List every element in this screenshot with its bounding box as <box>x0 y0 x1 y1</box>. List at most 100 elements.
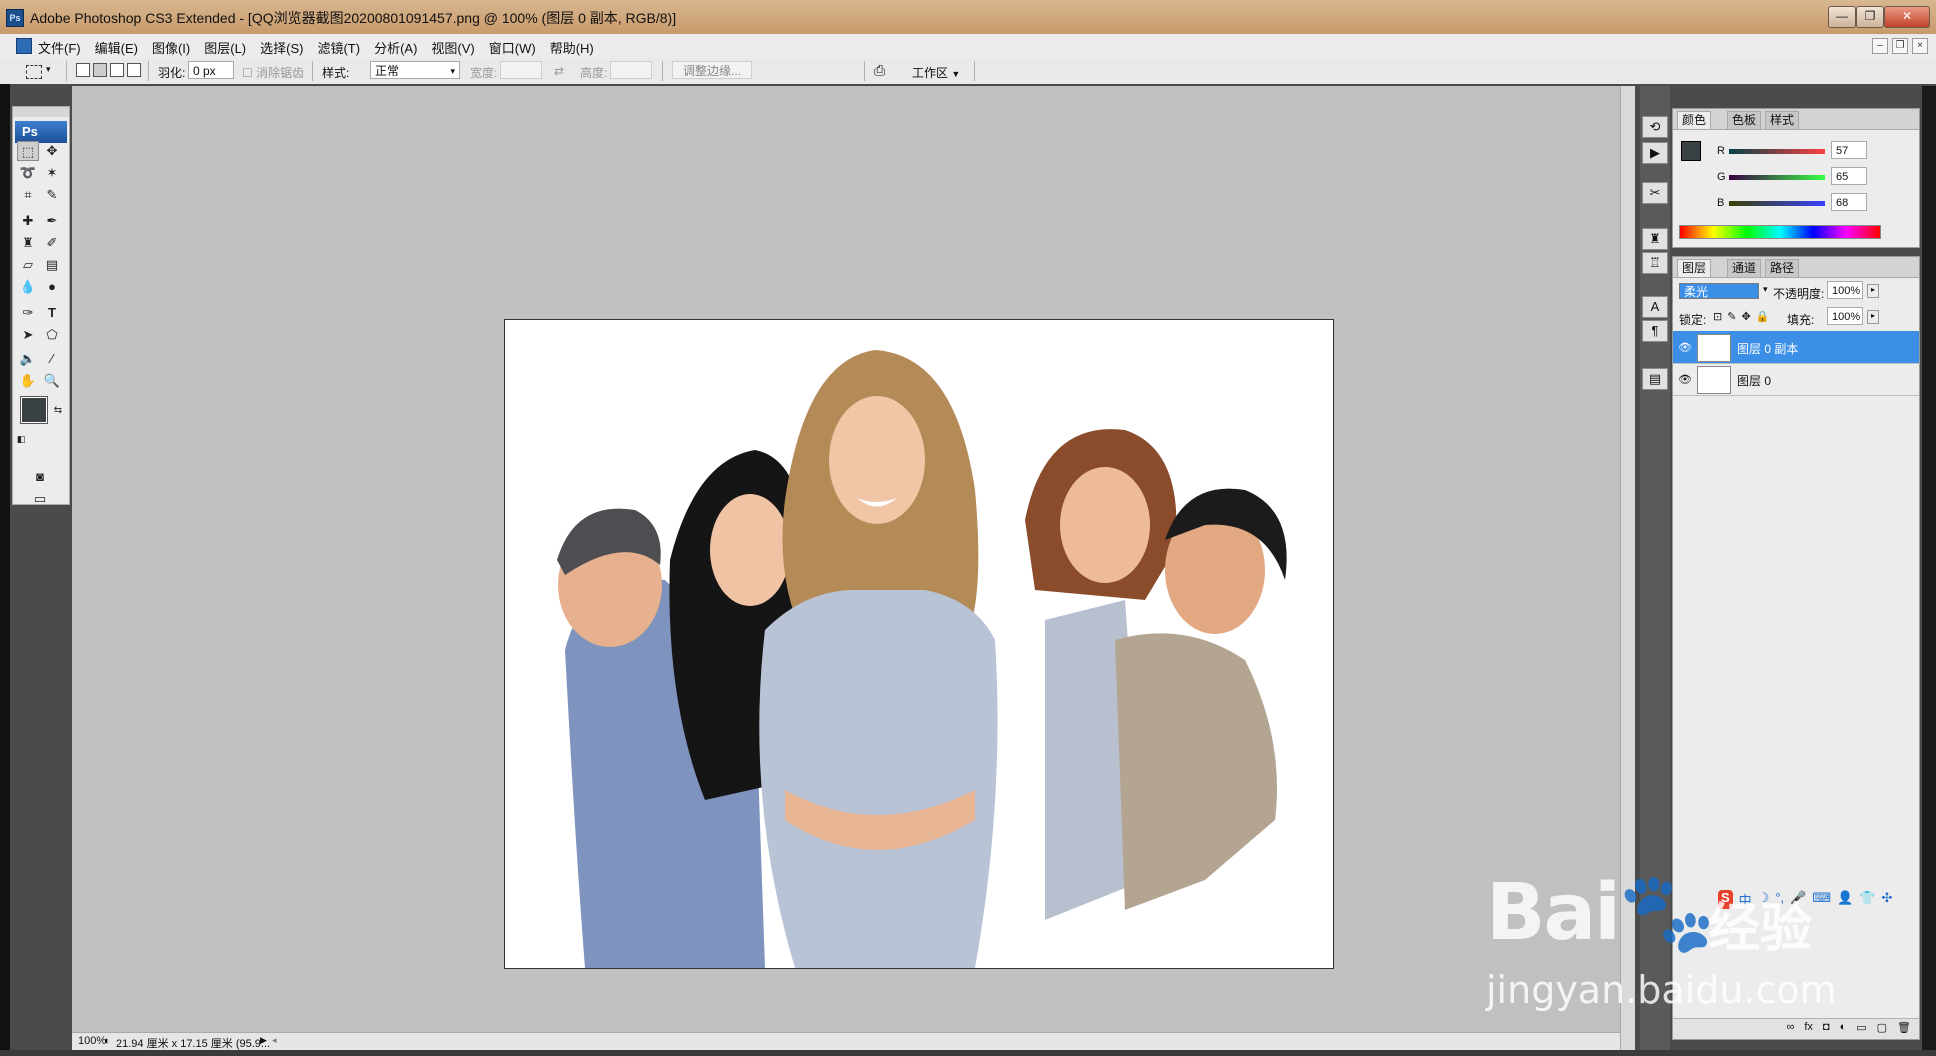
menu-file[interactable]: 文件(F) <box>38 38 81 57</box>
actions-panel-icon[interactable]: ▶ <box>1642 142 1668 164</box>
marquee-tool-preset-icon[interactable] <box>26 65 42 79</box>
minimize-button[interactable]: — <box>1828 6 1856 28</box>
status-menu-arrow-icon[interactable]: ▶ <box>260 1035 267 1046</box>
hand-tool-icon[interactable]: ✋ <box>17 371 39 391</box>
style-select[interactable]: 正常 ▾ <box>370 61 460 79</box>
toolbox-header[interactable] <box>13 107 69 117</box>
slice-tool-icon[interactable]: ✎ <box>41 185 63 205</box>
history-brush-tool-icon[interactable]: ✐ <box>41 233 63 253</box>
swap-dimensions-icon[interactable]: ⇄ <box>554 64 564 78</box>
type-tool-icon[interactable]: T <box>41 303 63 323</box>
doc-minimize-button[interactable]: – <box>1872 38 1888 54</box>
layer-style-icon[interactable]: fx <box>1804 1021 1813 1034</box>
clone-source-panel-icon[interactable]: ♖ <box>1642 252 1668 274</box>
doc-restore-button[interactable]: ❐ <box>1892 38 1908 54</box>
bridge-icon[interactable]: ⎙ <box>874 62 885 79</box>
gradient-tool-icon[interactable]: ▤ <box>41 255 63 275</box>
menu-image[interactable]: 图像(I) <box>152 38 190 57</box>
antialias-checkbox[interactable]: ☐ 消除锯齿 <box>242 64 304 81</box>
eyedropper-tool-icon[interactable]: ⁄ <box>41 349 63 369</box>
brush-tool-icon[interactable]: ✒ <box>41 211 63 231</box>
fill-input[interactable]: 100% <box>1827 307 1863 325</box>
screen-mode-icon[interactable]: ▭ <box>29 489 51 509</box>
link-layers-icon[interactable]: ∞ <box>1787 1021 1795 1034</box>
intersect-selection-icon[interactable] <box>127 63 141 77</box>
adjustment-layer-icon[interactable]: ◐ <box>1840 1021 1847 1034</box>
menu-view[interactable]: 视图(V) <box>431 38 474 57</box>
new-layer-icon[interactable]: ▢ <box>1877 1021 1887 1034</box>
eye-icon[interactable]: 👁 <box>1678 373 1692 386</box>
lock-pixels-icon[interactable]: ✎ <box>1727 310 1736 323</box>
tab-paths[interactable]: 路径 <box>1765 259 1800 277</box>
ime-keyboard-icon[interactable]: ⌨ <box>1812 890 1831 909</box>
status-nav-icon[interactable]: ◐ <box>104 1035 111 1047</box>
add-selection-icon[interactable] <box>93 63 107 77</box>
healing-brush-tool-icon[interactable]: ✚ <box>17 211 39 231</box>
feather-input[interactable]: 0 px <box>188 61 234 79</box>
fill-slider-arrow-icon[interactable]: ▸ <box>1867 310 1879 324</box>
paragraph-panel-icon[interactable]: ¶ <box>1642 320 1668 342</box>
maximize-button[interactable]: ❐ <box>1856 6 1884 28</box>
refine-edge-button[interactable]: 调整边缘... <box>672 61 752 79</box>
swap-colors-icon[interactable]: ⇆ <box>47 401 69 421</box>
lock-transparency-icon[interactable]: ⊡ <box>1713 310 1722 323</box>
color-spectrum-ramp[interactable] <box>1679 225 1881 239</box>
close-button[interactable]: ✕ <box>1884 6 1930 28</box>
blur-tool-icon[interactable]: 💧 <box>17 277 39 297</box>
menu-analysis[interactable]: 分析(A) <box>374 38 417 57</box>
magic-wand-tool-icon[interactable]: ✶ <box>41 163 63 183</box>
ime-tools-icon[interactable]: ✣ <box>1881 890 1892 909</box>
lock-all-icon[interactable]: 🔒 <box>1756 310 1770 323</box>
preset-dropdown-icon[interactable]: ▾ <box>46 64 51 75</box>
lasso-tool-icon[interactable]: ➰ <box>17 163 39 183</box>
hscroll-left-icon[interactable]: ◂ <box>272 1035 277 1046</box>
ime-shirt-icon[interactable]: 👕 <box>1859 890 1875 909</box>
doc-close-button[interactable]: × <box>1912 38 1928 54</box>
b-slider[interactable] <box>1729 201 1825 206</box>
new-selection-icon[interactable] <box>76 63 90 77</box>
dodge-tool-icon[interactable]: ● <box>41 277 63 297</box>
color-fg-swatch[interactable] <box>1681 141 1701 161</box>
menu-layer[interactable]: 图层(L) <box>204 38 246 57</box>
r-value-input[interactable]: 57 <box>1831 141 1867 159</box>
character-panel-icon[interactable]: A <box>1642 296 1668 318</box>
tab-layers[interactable]: 图层 <box>1677 259 1712 277</box>
pen-tool-icon[interactable]: ✑ <box>17 303 39 323</box>
tab-styles[interactable]: 样式 <box>1765 111 1800 129</box>
chevron-down-icon[interactable]: ▾ <box>1763 284 1768 295</box>
shape-tool-icon[interactable]: ⬠ <box>41 325 63 345</box>
menu-help[interactable]: 帮助(H) <box>550 38 594 57</box>
tab-channels[interactable]: 通道 <box>1727 259 1762 277</box>
tab-swatches[interactable]: 色板 <box>1727 111 1762 129</box>
menu-filter[interactable]: 滤镜(T) <box>317 38 360 57</box>
blend-mode-select[interactable]: 柔光 <box>1679 283 1759 299</box>
menu-window[interactable]: 窗口(W) <box>489 38 536 57</box>
zoom-tool-icon[interactable]: 🔍 <box>41 371 63 391</box>
quick-mask-icon[interactable]: ◙ <box>29 467 51 487</box>
eraser-tool-icon[interactable]: ▱ <box>17 255 39 275</box>
rect-marquee-tool-icon[interactable]: ⬚ <box>17 141 39 161</box>
foreground-color-swatch[interactable] <box>20 396 48 424</box>
b-value-input[interactable]: 68 <box>1831 193 1867 211</box>
width-input[interactable] <box>500 61 542 79</box>
clone-stamp-tool-icon[interactable]: ♜ <box>17 233 39 253</box>
notes-tool-icon[interactable]: 🔈 <box>17 349 39 369</box>
layer-mask-icon[interactable]: ◘ <box>1823 1021 1830 1034</box>
height-input[interactable] <box>610 61 652 79</box>
menu-edit[interactable]: 编辑(E) <box>95 38 138 57</box>
new-group-icon[interactable]: ▭ <box>1856 1021 1866 1034</box>
tool-presets-panel-icon[interactable]: ♜ <box>1642 228 1668 250</box>
menu-select[interactable]: 选择(S) <box>260 38 303 57</box>
image-canvas[interactable] <box>504 319 1334 969</box>
r-slider[interactable] <box>1729 149 1825 154</box>
ime-user-icon[interactable]: 👤 <box>1837 890 1853 909</box>
g-value-input[interactable]: 65 <box>1831 167 1867 185</box>
default-colors-icon[interactable]: ◧ <box>15 429 27 449</box>
opacity-slider-arrow-icon[interactable]: ▸ <box>1867 284 1879 298</box>
tab-color[interactable]: 颜色 <box>1677 111 1712 129</box>
opacity-input[interactable]: 100% <box>1827 281 1863 299</box>
eye-icon[interactable]: 👁 <box>1678 341 1692 354</box>
layer-comps-panel-icon[interactable]: ▤ <box>1642 368 1668 390</box>
subtract-selection-icon[interactable] <box>110 63 124 77</box>
move-tool-icon[interactable]: ✥ <box>41 141 63 161</box>
